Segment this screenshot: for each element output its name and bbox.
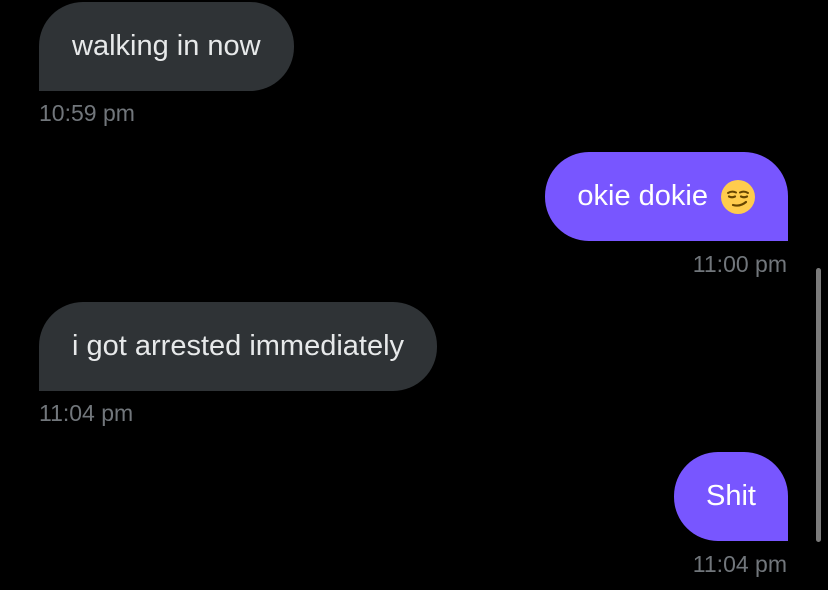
message-timestamp: 11:00 pm	[692, 251, 787, 277]
message-bubble-sent[interactable]: okie dokie	[545, 152, 788, 241]
message-timestamp: 10:59 pm	[39, 100, 135, 126]
message-bubble-sent[interactable]: Shit	[674, 452, 788, 541]
message-bubble-received[interactable]: walking in now	[39, 2, 294, 91]
scrollbar-thumb[interactable]	[816, 268, 821, 542]
message-timestamp: 11:04 pm	[692, 551, 787, 577]
smirking-face-icon	[720, 179, 756, 215]
message-bubble-received[interactable]: i got arrested immediately	[39, 302, 438, 391]
message-text: walking in now	[72, 30, 261, 62]
message-text: Shit	[706, 480, 756, 512]
message-text: okie dokie	[577, 180, 708, 212]
message-timestamp: 11:04 pm	[39, 400, 134, 426]
message-text: i got arrested immediately	[72, 330, 405, 362]
